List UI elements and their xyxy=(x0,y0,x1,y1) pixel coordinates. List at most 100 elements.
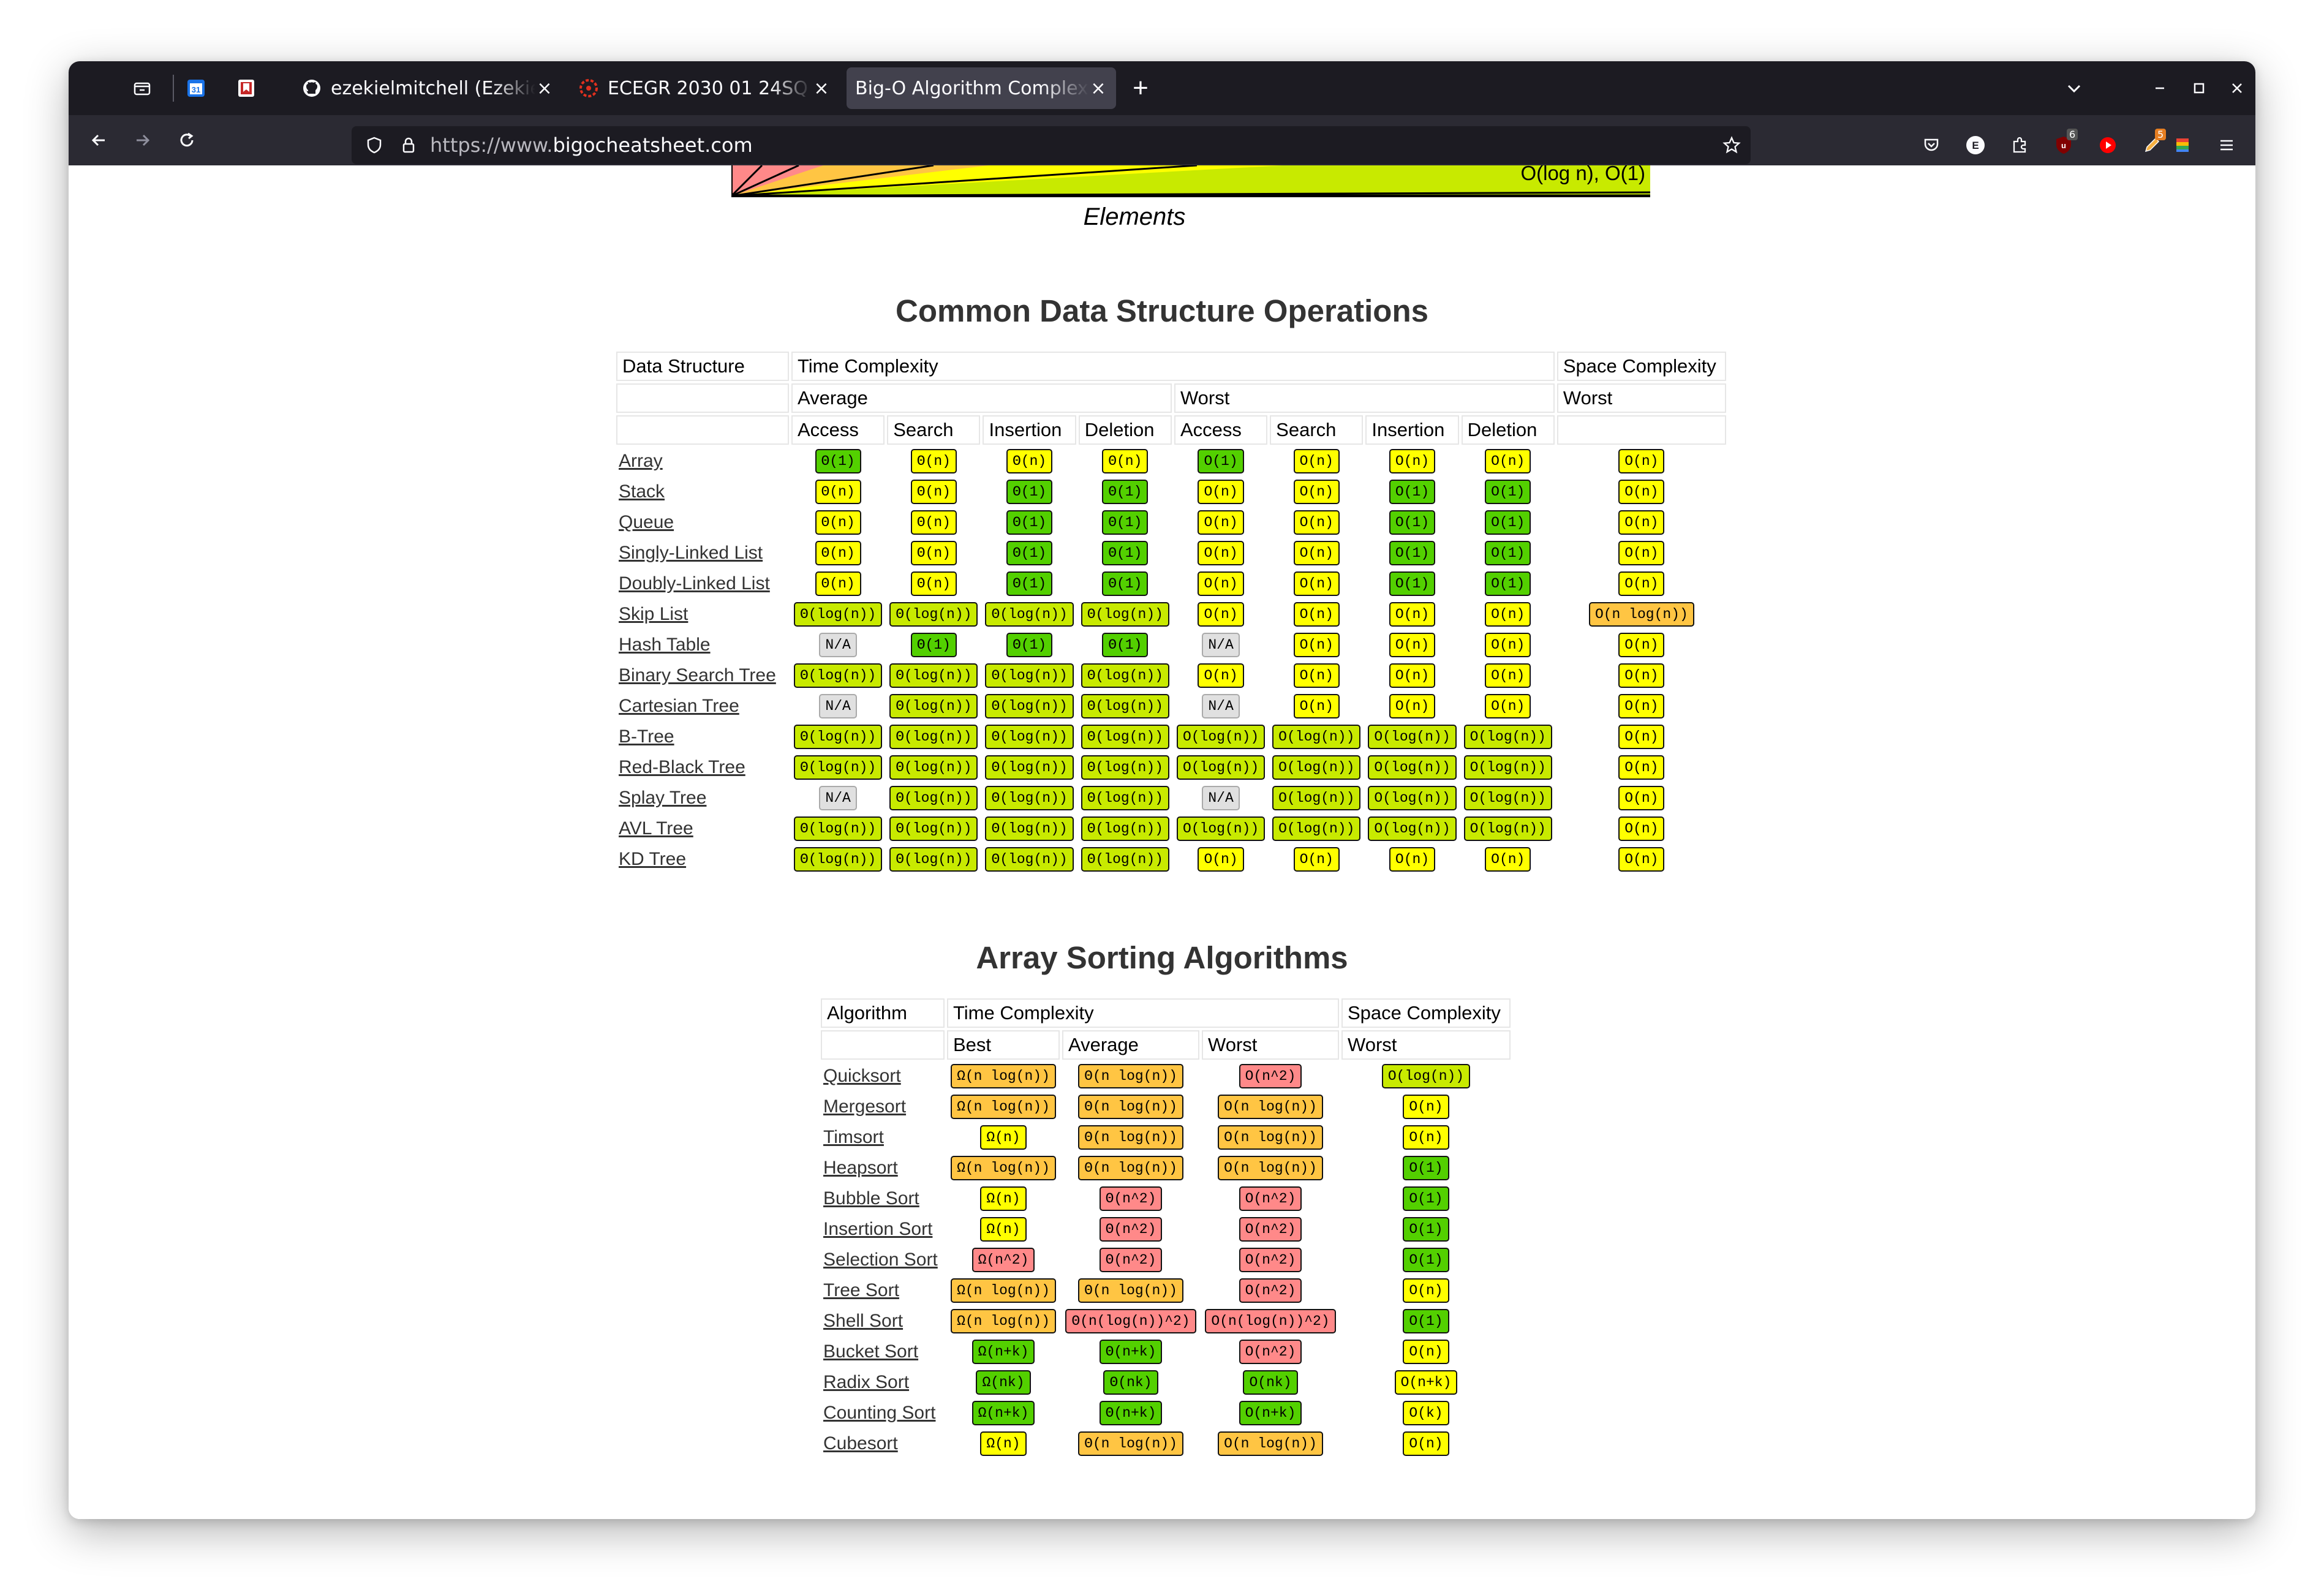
complexity-badge: Θ(log(n)) xyxy=(1081,725,1169,749)
complexity-cell: Θ(log(n)) xyxy=(983,662,1076,690)
shield-icon xyxy=(367,137,382,154)
close-tab-icon[interactable]: × xyxy=(812,78,831,99)
tab-github[interactable]: ezekielmitchell (Ezekiel × xyxy=(293,67,562,109)
complexity-cell: O(n) xyxy=(1365,845,1458,873)
tab-divider xyxy=(173,75,174,102)
row-name-link[interactable]: Bubble Sort xyxy=(823,1188,919,1209)
forward-button[interactable] xyxy=(126,124,159,157)
new-tab-button[interactable]: + xyxy=(1125,72,1156,104)
row-name-link[interactable]: Queue xyxy=(619,512,674,532)
tab-bigocheatsheet[interactable]: Big-O Algorithm Complexi × xyxy=(847,67,1116,109)
close-tab-icon[interactable]: × xyxy=(535,78,554,99)
complexity-badge: O(n) xyxy=(1293,541,1340,565)
row-name-link[interactable]: Shell Sort xyxy=(823,1311,903,1331)
row-name-link[interactable]: KD Tree xyxy=(619,849,686,869)
complexity-cell: O(n log(n)) xyxy=(1202,1123,1339,1152)
close-window-button[interactable] xyxy=(2222,74,2252,103)
account-button[interactable]: E xyxy=(1959,129,1992,162)
complexity-cell: O(n) xyxy=(1462,662,1555,690)
row-name-link[interactable]: Red-Black Tree xyxy=(619,757,745,777)
row-name-link[interactable]: Skip List xyxy=(619,604,688,624)
row-name-link[interactable]: Splay Tree xyxy=(619,788,706,808)
notes-extension-button[interactable]: 5 xyxy=(2135,129,2168,162)
row-name-link[interactable]: Selection Sort xyxy=(823,1250,938,1270)
app-menu-button[interactable] xyxy=(2210,129,2243,162)
complexity-cell: O(n log(n)) xyxy=(1557,600,1726,628)
pocket-button[interactable] xyxy=(1915,129,1948,162)
row-name-link[interactable]: Stack xyxy=(619,481,665,502)
reload-button[interactable] xyxy=(170,124,203,157)
pinned-tab-bookmark-app[interactable] xyxy=(230,72,262,104)
complexity-badge: O(n) xyxy=(1198,663,1244,688)
complexity-cell: O(n) xyxy=(1365,662,1458,690)
complexity-cell: Ω(n log(n)) xyxy=(947,1154,1060,1182)
minimize-button[interactable] xyxy=(2145,74,2175,103)
row-name-link[interactable]: Tree Sort xyxy=(823,1280,899,1300)
complexity-cell: O(n^2) xyxy=(1202,1062,1339,1090)
row-name-cell: Cubesort xyxy=(821,1430,945,1458)
row-name-link[interactable]: Mergesort xyxy=(823,1096,906,1117)
header-op-deletion: Deletion xyxy=(1461,415,1555,445)
list-all-tabs-button[interactable] xyxy=(2059,74,2089,103)
complexity-cell: O(n) xyxy=(1341,1276,1511,1305)
table-row: Binary Search Tree Θ(log(n)) Θ(log(n)) Θ(lo… xyxy=(616,662,1726,690)
ublock-extension-button[interactable]: u 6 xyxy=(2047,129,2080,162)
table-row: Stack Θ(n) Θ(n) Θ(1) Θ(1) O(n) O(n) O(1) O(1) O(n… xyxy=(616,478,1726,506)
color-extension-button[interactable] xyxy=(2166,129,2199,162)
maximize-button[interactable] xyxy=(2184,74,2214,103)
url-text[interactable]: https://www.bigocheatsheet.com xyxy=(430,130,753,160)
bookmark-star-button[interactable] xyxy=(1716,130,1747,160)
row-name-link[interactable]: AVL Tree xyxy=(619,818,693,839)
complexity-badge: Θ(n^2) xyxy=(1099,1217,1163,1242)
pinned-tab-calendar[interactable]: 31 xyxy=(180,72,212,104)
complexity-cell: Θ(log(n)) xyxy=(1079,692,1172,720)
complexity-cell: O(n) xyxy=(1270,508,1363,537)
row-name-link[interactable]: Insertion Sort xyxy=(823,1219,932,1239)
complexity-cell: Θ(log(n)) xyxy=(983,815,1076,843)
row-name-link[interactable]: Binary Search Tree xyxy=(619,665,776,685)
complexity-badge: Θ(1) xyxy=(1102,633,1149,657)
complexity-badge: O(n) xyxy=(1618,571,1665,596)
row-name-link[interactable]: Cartesian Tree xyxy=(619,696,739,716)
extensions-button[interactable] xyxy=(2003,129,2036,162)
row-name-link[interactable]: Array xyxy=(619,451,663,471)
complexity-badge: O(n) xyxy=(1403,1278,1449,1303)
row-name-link[interactable]: Bucket Sort xyxy=(823,1341,918,1362)
row-name-link[interactable]: Radix Sort xyxy=(823,1372,909,1392)
row-name-link[interactable]: Doubly-Linked List xyxy=(619,573,770,594)
complexity-cell: O(1) xyxy=(1365,478,1458,506)
play-icon xyxy=(2100,137,2116,153)
tab-canvas[interactable]: ECEGR 2030 01 24SQ B × xyxy=(570,67,839,109)
complexity-cell: O(log(n)) xyxy=(1462,723,1555,751)
row-name-link[interactable]: Cubesort xyxy=(823,1433,898,1454)
complexity-cell: Θ(n log(n)) xyxy=(1062,1093,1199,1121)
tracking-protection-button[interactable] xyxy=(359,130,390,160)
complexity-cell: O(n) xyxy=(1174,570,1267,598)
header-space-complexity: Space Complexity xyxy=(1556,352,1726,381)
row-name-link[interactable]: B-Tree xyxy=(619,726,674,747)
complexity-badge: O(n) xyxy=(1293,663,1340,688)
row-name-link[interactable]: Timsort xyxy=(823,1127,884,1147)
close-tab-icon[interactable]: × xyxy=(1089,78,1107,99)
complexity-badge: Θ(log(n)) xyxy=(985,663,1074,688)
youtube-extension-button[interactable] xyxy=(2091,129,2124,162)
complexity-cell: O(n) xyxy=(1270,631,1363,659)
complexity-cell: Ω(n log(n)) xyxy=(947,1093,1060,1121)
complexity-cell: Ω(nk) xyxy=(947,1368,1060,1397)
site-info-button[interactable] xyxy=(393,130,424,160)
row-name-link[interactable]: Heapsort xyxy=(823,1158,898,1178)
tab-overview-button[interactable] xyxy=(126,72,158,104)
row-name-link[interactable]: Quicksort xyxy=(823,1066,901,1086)
complexity-cell: O(n+k) xyxy=(1341,1368,1511,1397)
back-button[interactable] xyxy=(82,124,115,157)
row-name-link[interactable]: Hash Table xyxy=(619,635,711,655)
row-name-link[interactable]: Counting Sort xyxy=(823,1403,935,1423)
row-name-link[interactable]: Singly-Linked List xyxy=(619,543,763,563)
complexity-badge: Θ(1) xyxy=(815,449,861,473)
complexity-cell: O(n) xyxy=(1341,1123,1511,1152)
complexity-badge: O(log(n)) xyxy=(1381,1064,1471,1088)
account-avatar-icon: E xyxy=(1966,136,1985,154)
row-name-cell: Radix Sort xyxy=(821,1368,945,1397)
complexity-cell: O(k) xyxy=(1341,1399,1511,1427)
complexity-cell: Θ(n log(n)) xyxy=(1062,1062,1199,1090)
